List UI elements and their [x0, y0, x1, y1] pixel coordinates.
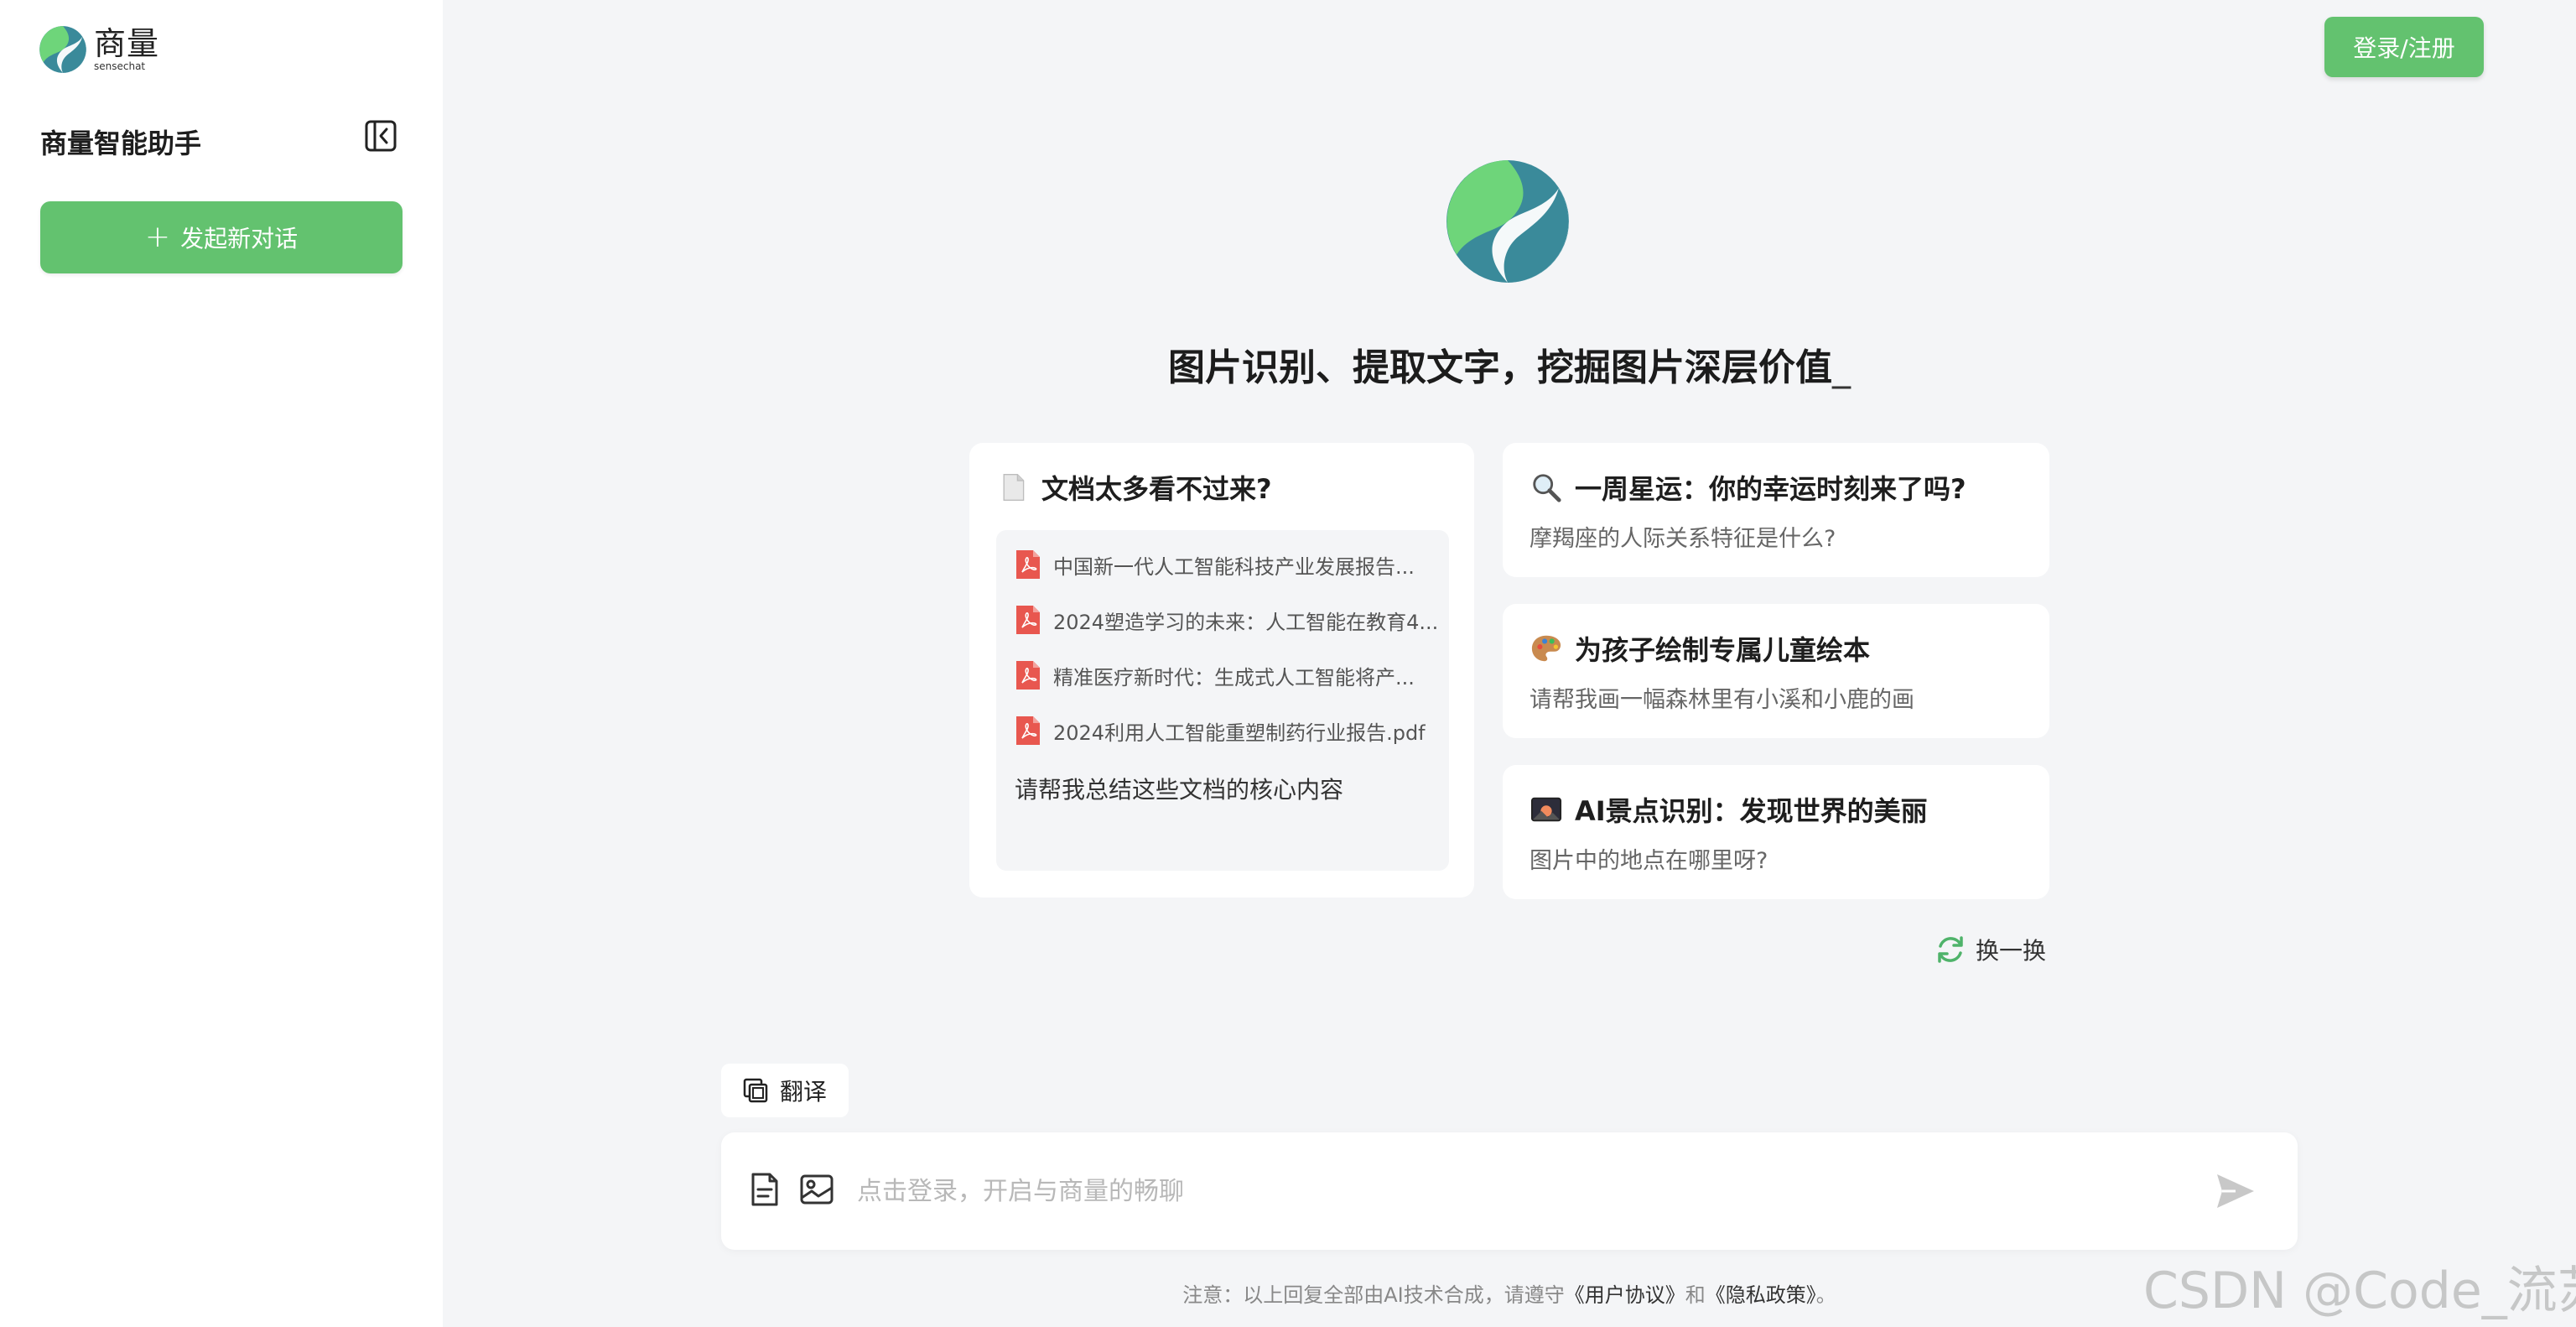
- new-chat-label: 发起新对话: [180, 225, 299, 252]
- list-item: 2024利用人工智能重塑制药行业报告.pdf: [1015, 715, 1442, 747]
- card-title: 为孩子绘制专属儿童绘本: [1530, 629, 1870, 668]
- card-subtitle: 请帮我画一幅森林里有小溪和小鹿的画: [1530, 687, 1914, 713]
- doc-filename: 中国新一代人工智能科技产业发展报告...: [1053, 554, 1415, 579]
- disclaimer: 注意：以上回复全部由AI技术合成，请遵守《用户协议》和《隐私政策》。: [721, 1278, 2298, 1308]
- translate-label: 翻译: [779, 1078, 827, 1106]
- refresh-icon: [1938, 936, 1963, 963]
- card-title-text: AI景点识别：发现世界的美丽: [1575, 795, 1928, 827]
- card-title-text: 为孩子绘制专属儿童绘本: [1575, 634, 1871, 666]
- refresh-suggestions-button[interactable]: 换一换: [1934, 933, 2046, 966]
- card-subtitle: 摩羯座的人际关系特征是什么?: [1530, 526, 1836, 552]
- user-agreement-link[interactable]: 《用户协议》: [1565, 1283, 1685, 1307]
- chat-input-box: [721, 1132, 2298, 1250]
- document-icon: [996, 471, 1030, 504]
- list-item: 2024塑造学习的未来：人工智能在教育4...: [1015, 604, 1442, 636]
- pdf-icon: [1016, 716, 1040, 745]
- doc-filename: 2024塑造学习的未来：人工智能在教育4...: [1053, 610, 1439, 634]
- palette-icon: [1530, 632, 1563, 665]
- logo[interactable]: 商量 sensechat: [39, 25, 159, 74]
- sensechat-logo-icon: [39, 26, 86, 73]
- send-icon[interactable]: [2214, 1169, 2257, 1213]
- assistant-title: 商量智能助手: [40, 127, 202, 159]
- translate-chip[interactable]: 翻译: [721, 1064, 849, 1117]
- watermark: CSDN @Code_流苏: [2143, 1262, 2576, 1320]
- plus-icon: +: [144, 220, 171, 254]
- card-title-text: 一周星运：你的幸运时刻来了吗?: [1575, 473, 1966, 505]
- disclaimer-and: 和: [1685, 1283, 1706, 1307]
- list-item: 精准医疗新时代：生成式人工智能将产...: [1015, 659, 1442, 691]
- list-item: 中国新一代人工智能科技产业发展报告...: [1015, 549, 1442, 580]
- new-chat-button[interactable]: + 发起新对话: [40, 201, 402, 273]
- refresh-label: 换一换: [1976, 937, 2047, 965]
- upload-image-icon[interactable]: [798, 1171, 835, 1208]
- card-title: AI景点识别：发现世界的美丽: [1530, 790, 1928, 829]
- doc-card-prompt: 请帮我总结这些文档的核心内容: [1015, 776, 1344, 804]
- disclaimer-text: 注意：以上回复全部由AI技术合成，请遵守: [1182, 1283, 1565, 1307]
- card-title: 一周星运：你的幸运时刻来了吗?: [1530, 468, 1966, 507]
- doc-filename: 2024利用人工智能重塑制药行业报告.pdf: [1053, 721, 1426, 745]
- landmark-recognition-card[interactable]: AI景点识别：发现世界的美丽 图片中的地点在哪里呀?: [1503, 765, 2049, 899]
- magnifier-icon: [1530, 471, 1563, 504]
- doc-card-title-text: 文档太多看不过来?: [1041, 473, 1272, 505]
- translate-icon: [743, 1078, 768, 1103]
- login-register-button[interactable]: 登录/注册: [2324, 17, 2484, 77]
- landscape-photo-icon: [1530, 793, 1563, 826]
- logo-text: 商量: [94, 25, 160, 62]
- pdf-icon: [1016, 550, 1040, 579]
- doc-summary-card[interactable]: 文档太多看不过来? 中国新一代人工智能科技产业发展报告... 2024塑造学习的…: [969, 443, 1474, 898]
- privacy-policy-link[interactable]: 《隐私政策》: [1706, 1283, 1816, 1307]
- logo-subtext: sensechat: [94, 60, 146, 72]
- typing-cursor: _: [1832, 346, 1851, 389]
- hero-title: 图片识别、提取文字，挖掘图片深层价值_: [839, 337, 2180, 391]
- pdf-icon: [1016, 606, 1040, 634]
- picture-book-card[interactable]: 为孩子绘制专属儿童绘本 请帮我画一幅森林里有小溪和小鹿的画: [1503, 604, 2049, 738]
- sidebar: 商量 sensechat 商量智能助手 + 发起新对话: [0, 0, 443, 1327]
- disclaimer-suffix: 。: [1815, 1283, 1836, 1307]
- doc-file-list: 中国新一代人工智能科技产业发展报告... 2024塑造学习的未来：人工智能在教育…: [996, 530, 1449, 871]
- pdf-icon: [1016, 661, 1040, 690]
- chat-input[interactable]: [857, 1166, 2115, 1216]
- collapse-sidebar-icon[interactable]: [364, 119, 397, 153]
- horoscope-card[interactable]: 一周星运：你的幸运时刻来了吗? 摩羯座的人际关系特征是什么?: [1503, 443, 2049, 577]
- doc-filename: 精准医疗新时代：生成式人工智能将产...: [1053, 665, 1415, 690]
- doc-card-title: 文档太多看不过来?: [996, 468, 1272, 507]
- sensechat-hero-logo-icon: [1446, 160, 1569, 283]
- hero-title-text: 图片识别、提取文字，挖掘图片深层价值: [1168, 346, 1832, 389]
- card-subtitle: 图片中的地点在哪里呀?: [1530, 848, 1768, 874]
- upload-document-icon[interactable]: [746, 1171, 783, 1208]
